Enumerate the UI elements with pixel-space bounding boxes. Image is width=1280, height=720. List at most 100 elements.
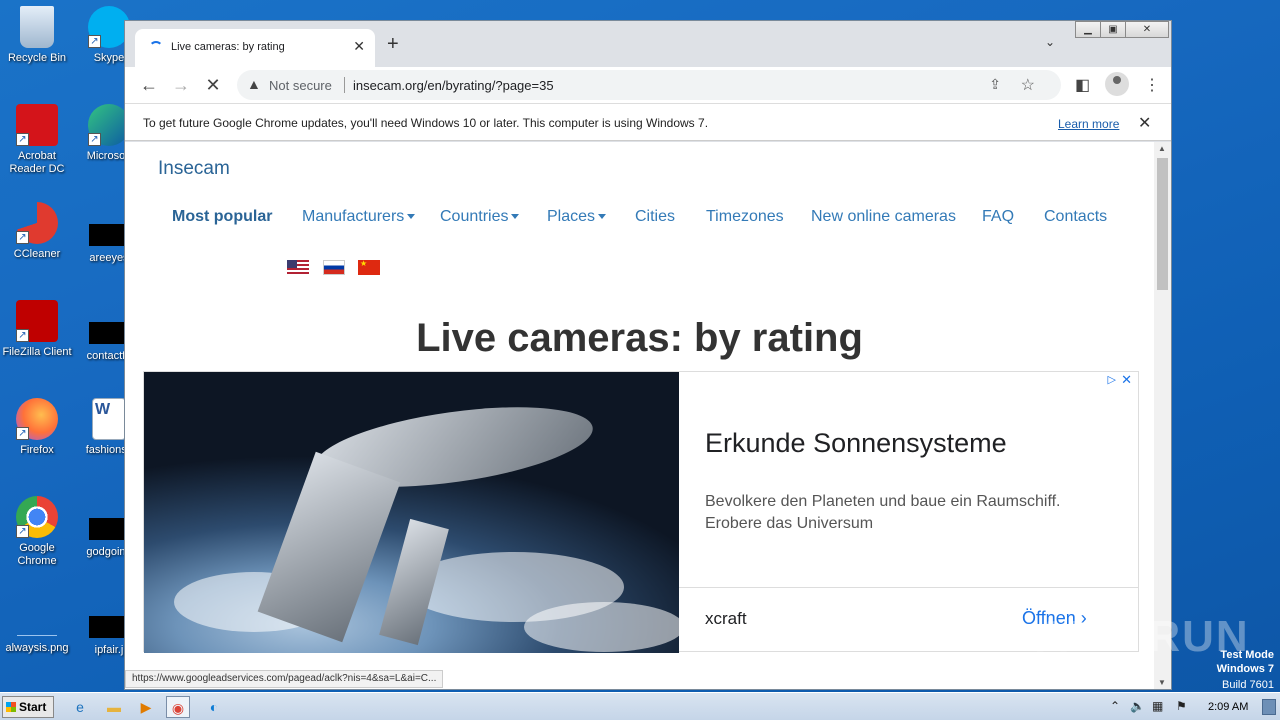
start-button[interactable]: Start: [2, 696, 54, 718]
internet-explorer-icon[interactable]: e: [68, 696, 92, 718]
ad-choices-icon[interactable]: ▷: [1108, 373, 1116, 386]
nav-countries[interactable]: Countries: [440, 208, 520, 226]
desktop-icon-google-chrome[interactable]: ↗ Google Chrome: [2, 496, 72, 568]
desktop-icon-recycle-bin[interactable]: Recycle Bin: [2, 6, 72, 65]
tab-title: Live cameras: by rating: [171, 41, 285, 53]
nav-places[interactable]: Places: [547, 208, 607, 226]
status-bubble-url: https://www.googleadservices.com/pagead/…: [125, 670, 444, 688]
desktop-icon-label: FileZilla Client: [2, 346, 72, 358]
nav-contacts[interactable]: Contacts: [1044, 208, 1107, 226]
menu-kebab-icon[interactable]: ⋮: [1144, 75, 1160, 95]
profile-avatar-icon[interactable]: [1105, 72, 1129, 96]
ad-divider: [679, 587, 1139, 588]
flag-us-icon[interactable]: [287, 260, 309, 275]
file-explorer-icon[interactable]: ▬: [102, 696, 126, 718]
ad-close-icon[interactable]: ✕: [1121, 372, 1132, 388]
desktop-icon-label: Acrobat Reader DC: [9, 150, 65, 175]
caret-down-icon: [407, 214, 416, 220]
nav-faq[interactable]: FAQ: [982, 208, 1014, 226]
security-label[interactable]: Not secure: [269, 78, 332, 93]
minimize-button[interactable]: ▁: [1075, 21, 1101, 38]
image-file-icon: [17, 614, 57, 636]
update-infobar: To get future Google Chrome updates, you…: [125, 103, 1171, 141]
desktop-icon-acrobat[interactable]: ↗ Acrobat Reader DC: [2, 104, 72, 176]
stop-loading-button[interactable]: ✕: [201, 73, 225, 97]
action-center-flag-icon[interactable]: ⚑: [1176, 699, 1187, 713]
infobar-close-icon[interactable]: ✕: [1138, 113, 1151, 133]
anyrun-watermark: ANY RUN: [1036, 612, 1250, 661]
chrome-icon: ↗: [16, 496, 58, 538]
nav-new-online-cameras[interactable]: New online cameras: [811, 208, 956, 226]
nav-most-popular[interactable]: Most popular: [172, 208, 272, 226]
tab-close-icon[interactable]: ✕: [353, 38, 365, 55]
nav-manufacturers[interactable]: Manufacturers: [302, 208, 416, 226]
show-hidden-icons-icon[interactable]: ⌃: [1110, 699, 1120, 713]
desktop-icon-firefox[interactable]: ↗ Firefox: [2, 398, 72, 457]
flag-russia-icon[interactable]: [323, 260, 345, 275]
cloud-shape: [524, 602, 679, 652]
nav-label: Manufacturers: [302, 208, 405, 225]
nav-cities[interactable]: Cities: [635, 208, 675, 226]
ad-image[interactable]: [144, 372, 679, 653]
windows-version-label: Windows 7: [1216, 663, 1274, 675]
site-brand-link[interactable]: Insecam: [158, 158, 230, 180]
acrobat-icon: ↗: [16, 104, 58, 146]
back-button[interactable]: ←: [137, 73, 161, 97]
page-viewport: Insecam Most popular Manufacturers Count…: [125, 142, 1154, 689]
warning-triangle-icon[interactable]: ▲: [247, 76, 261, 92]
desktop-icon-ccleaner[interactable]: ↗ CCleaner: [2, 202, 72, 261]
address-separator: [344, 77, 345, 93]
caret-down-icon: [511, 214, 520, 220]
scroll-down-icon[interactable]: ▼: [1158, 678, 1166, 687]
volume-icon[interactable]: 🔈: [1130, 699, 1145, 713]
edge-taskbar-icon[interactable]: ◐: [202, 696, 226, 718]
infobar-message: To get future Google Chrome updates, you…: [143, 116, 709, 130]
ad-description: Bevolkere den Planeten und baue ein Raum…: [705, 493, 1061, 532]
url-text[interactable]: insecam.org/en/byrating/?page=35: [353, 78, 554, 93]
desktop-icon-label: Skype: [93, 52, 125, 64]
forward-button[interactable]: →: [169, 73, 193, 97]
ad-banner[interactable]: ▷ ✕ Erkunde Sonnensysteme Bevolkere den …: [143, 371, 1139, 653]
tab-search-chevron-down-icon[interactable]: ⌄: [1045, 35, 1055, 49]
desktop-icon-label: Recycle Bin: [7, 52, 67, 64]
firefox-icon: ↗: [16, 398, 58, 440]
maximize-button[interactable]: ▣: [1100, 21, 1126, 38]
nav-timezones[interactable]: Timezones: [706, 208, 784, 226]
chrome-taskbar-icon[interactable]: ◉: [166, 696, 190, 718]
word-document-icon: W: [92, 398, 126, 440]
file-thumbnail-icon: [89, 322, 129, 344]
page-title: Live cameras: by rating: [416, 316, 863, 360]
new-tab-button[interactable]: +: [387, 33, 399, 56]
bookmark-star-icon[interactable]: ☆: [1021, 75, 1035, 95]
page-scrollbar[interactable]: ▲ ▼: [1154, 142, 1171, 689]
browser-toolbar: ← → ✕ ▲ Not secure insecam.org/en/byrati…: [125, 67, 1171, 103]
flag-china-icon[interactable]: [358, 259, 380, 275]
side-panel-icon[interactable]: ◧: [1075, 75, 1090, 95]
ad-title[interactable]: Erkunde Sonnensysteme: [705, 428, 1007, 459]
taskbar: Start e ▬ ▶ ◉ ◐ ⌃ 🔈 ▦ ⚑ 2:09 AM: [0, 692, 1280, 720]
file-thumbnail-icon: [89, 518, 129, 540]
scroll-thumb[interactable]: [1157, 158, 1168, 290]
network-icon[interactable]: ▦: [1152, 699, 1163, 713]
show-desktop-button[interactable]: [1262, 699, 1276, 715]
scroll-up-icon[interactable]: ▲: [1158, 144, 1166, 153]
ad-advertiser[interactable]: xcraft: [705, 609, 747, 629]
clock[interactable]: 2:09 AM: [1208, 701, 1248, 713]
desktop-icon-label: alwaysis.png: [5, 642, 69, 654]
chrome-window: Live cameras: by rating ✕ + ⌄ ▁ ▣ ✕ ← → …: [124, 20, 1172, 690]
desktop-icon-alwaysis[interactable]: alwaysis.png: [2, 614, 72, 655]
share-icon[interactable]: ⇪: [989, 76, 1001, 93]
learn-more-link[interactable]: Learn more: [1058, 117, 1119, 131]
desktop-icon-filezilla[interactable]: ↗ FileZilla Client: [2, 300, 72, 359]
loading-spinner-icon: [149, 41, 163, 55]
tab-live-cameras[interactable]: Live cameras: by rating ✕: [135, 29, 375, 67]
ccleaner-icon: ↗: [16, 202, 58, 244]
file-thumbnail-icon: [89, 224, 129, 246]
media-player-icon[interactable]: ▶: [134, 696, 158, 718]
window-close-button[interactable]: ✕: [1125, 21, 1169, 38]
address-bar[interactable]: ▲ Not secure insecam.org/en/byrating/?pa…: [237, 70, 1061, 100]
nav-label: Countries: [440, 208, 509, 225]
build-label: Build 7601: [1222, 679, 1274, 691]
test-mode-label: Test Mode: [1220, 649, 1274, 661]
desktop-icon-label: Firefox: [20, 444, 54, 456]
